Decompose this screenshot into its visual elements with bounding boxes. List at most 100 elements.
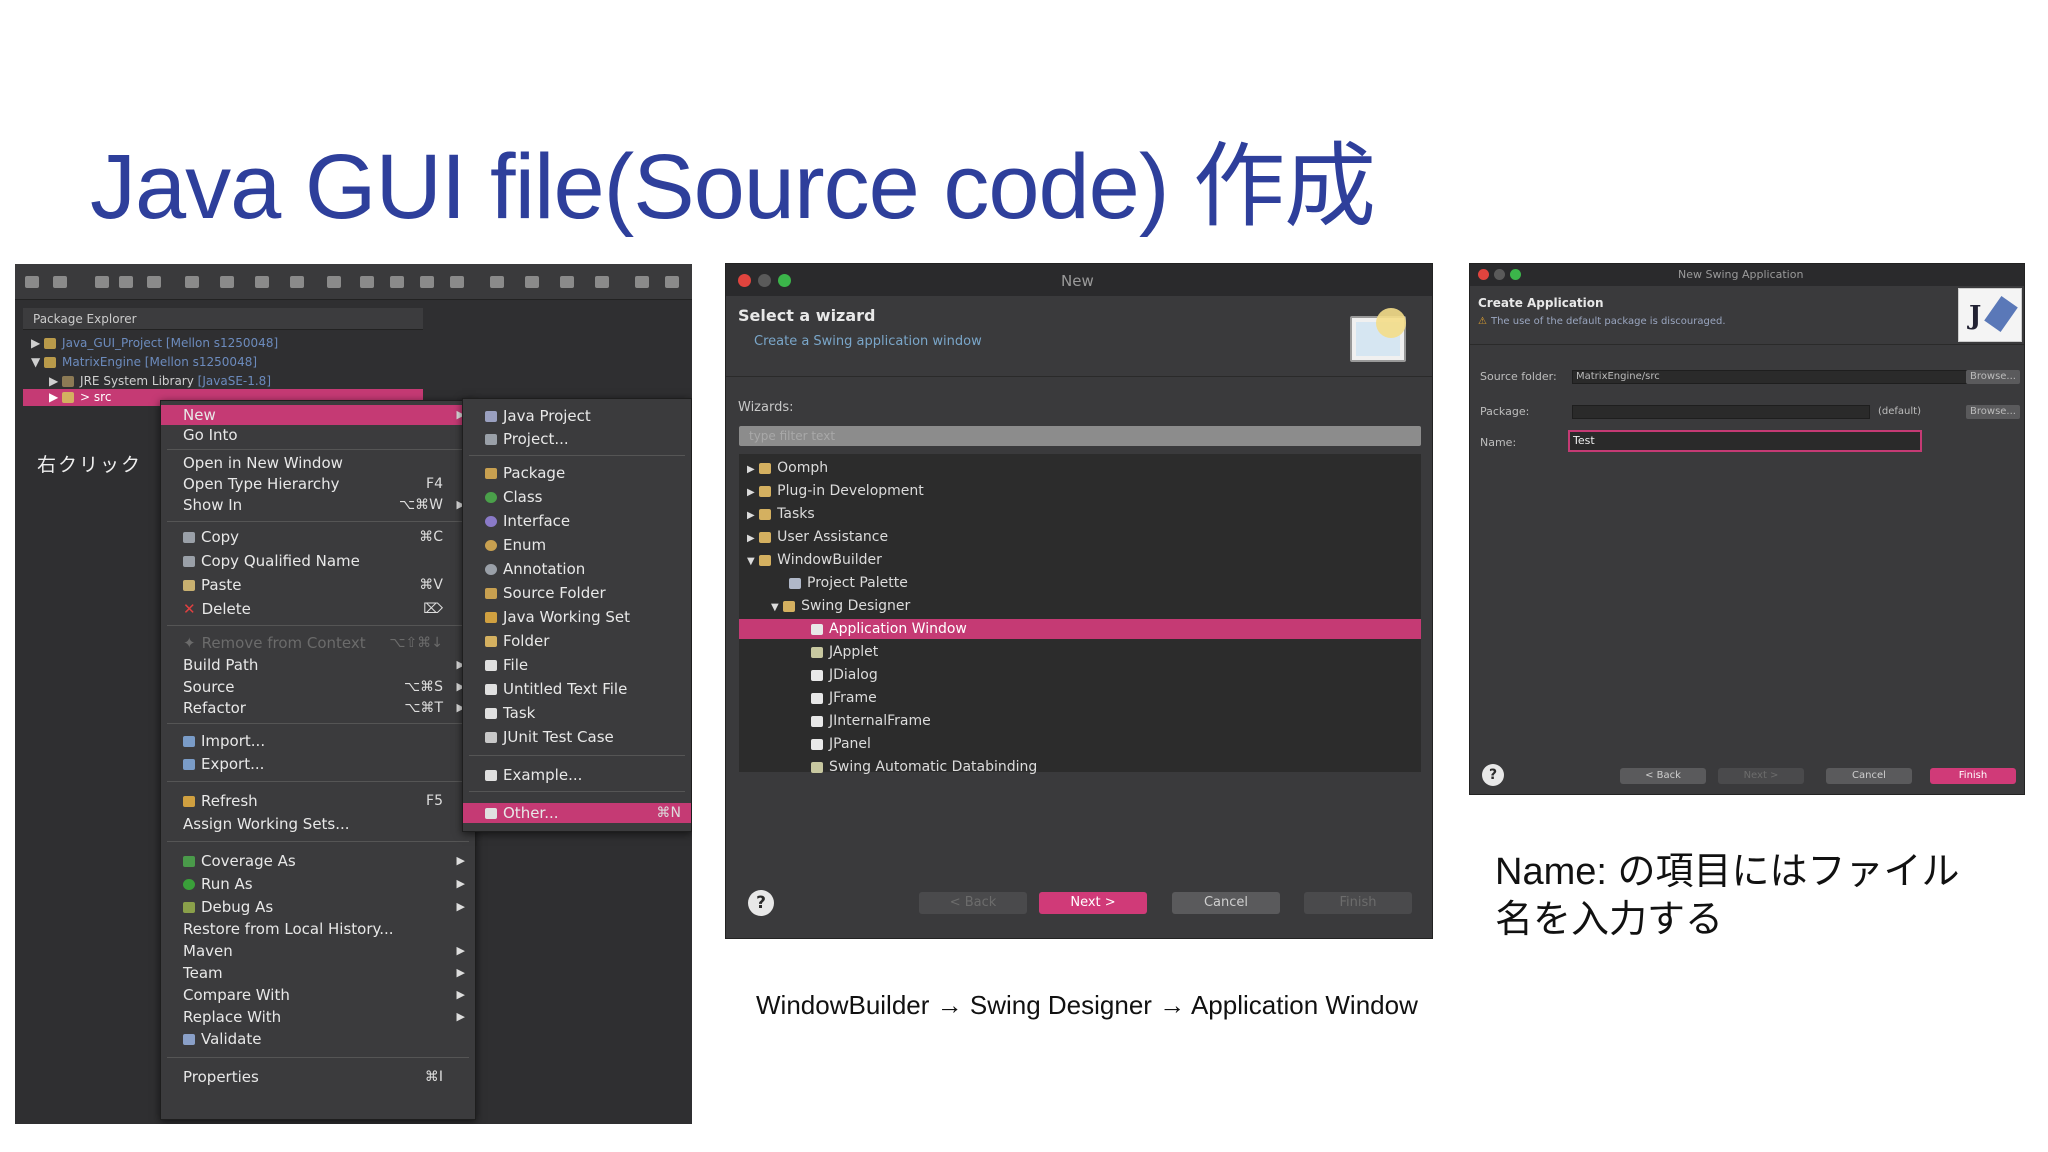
menu-item-refresh[interactable]: Refresh F5 <box>161 791 475 811</box>
menu-item-copy[interactable]: Copy ⌘C <box>161 527 475 547</box>
menu-item-export[interactable]: Export... <box>161 754 475 774</box>
menu-item-new[interactable]: New ▶ <box>161 405 475 425</box>
submenu-item-package[interactable]: Package <box>463 463 691 483</box>
menu-item-copy-qualified-name[interactable]: Copy Qualified Name <box>161 551 475 571</box>
toolbar-icon[interactable] <box>525 276 539 288</box>
menu-item-replace-with[interactable]: Replace With ▶ <box>161 1007 475 1027</box>
submenu-item-other[interactable]: Other... ⌘N <box>463 803 691 823</box>
menu-item-restore-local-history[interactable]: Restore from Local History... <box>161 919 475 939</box>
cancel-button[interactable]: Cancel <box>1172 892 1280 914</box>
submenu-item-task[interactable]: Task <box>463 703 691 723</box>
wizard-item-swing-designer[interactable]: ▼ Swing Designer <box>739 596 1421 616</box>
tree-item-jre[interactable]: ▶ JRE System Library [JavaSE-1.8] <box>49 374 271 388</box>
toolbar-icon[interactable] <box>220 276 234 288</box>
toolbar-icon[interactable] <box>290 276 304 288</box>
menu-item-open-type-hierarchy[interactable]: Open Type Hierarchy F4 <box>161 474 475 494</box>
wizard-item-windowbuilder[interactable]: ▼ WindowBuilder <box>739 550 1421 570</box>
wizard-item-jinternalframe[interactable]: JInternalFrame <box>739 711 1421 731</box>
tree-item-java-gui-project[interactable]: ▶ Java_GUI_Project [Mellon s1250048] <box>31 336 278 350</box>
menu-item-source[interactable]: Source ⌥⌘S ▶ <box>161 677 475 697</box>
package-field[interactable] <box>1572 405 1870 419</box>
wizard-item-application-window[interactable]: Application Window <box>739 619 1421 639</box>
tree-item-matrixengine[interactable]: ▼ MatrixEngine [Mellon s1250048] <box>31 355 257 369</box>
submenu-item-file[interactable]: File <box>463 655 691 675</box>
minimize-button[interactable] <box>1494 269 1505 280</box>
submenu-item-junit-test-case[interactable]: JUnit Test Case <box>463 727 691 747</box>
close-button[interactable] <box>1478 269 1489 280</box>
submenu-item-interface[interactable]: Interface <box>463 511 691 531</box>
toolbar-icon[interactable] <box>665 276 679 288</box>
toolbar-icon[interactable] <box>25 276 39 288</box>
wizard-item-jpanel[interactable]: JPanel <box>739 734 1421 754</box>
minimize-button[interactable] <box>758 274 771 287</box>
wizard-item-project-palette[interactable]: Project Palette <box>739 573 1421 593</box>
toolbar-icon[interactable] <box>490 276 504 288</box>
menu-item-paste[interactable]: Paste ⌘V <box>161 575 475 595</box>
wizard-item-jdialog[interactable]: JDialog <box>739 665 1421 685</box>
menu-item-validate[interactable]: Validate <box>161 1029 475 1049</box>
menu-item-maven[interactable]: Maven ▶ <box>161 941 475 961</box>
menu-item-compare-with[interactable]: Compare With ▶ <box>161 985 475 1005</box>
close-button[interactable] <box>738 274 751 287</box>
submenu-item-source-folder[interactable]: Source Folder <box>463 583 691 603</box>
tree-item-src[interactable]: ▶ > src <box>49 390 111 404</box>
toolbar-icon[interactable] <box>360 276 374 288</box>
finish-button[interactable]: Finish <box>1930 768 2016 784</box>
menu-item-import[interactable]: Import... <box>161 731 475 751</box>
finish-button[interactable]: Finish <box>1304 892 1412 914</box>
zoom-button[interactable] <box>1510 269 1521 280</box>
back-button[interactable]: < Back <box>1620 768 1706 784</box>
next-button[interactable]: Next > <box>1039 892 1147 914</box>
browse-source-button[interactable]: Browse... <box>1966 370 2020 384</box>
browse-package-button[interactable]: Browse... <box>1966 405 2020 419</box>
wizard-item-jframe[interactable]: JFrame <box>739 688 1421 708</box>
toolbar-icon[interactable] <box>595 276 609 288</box>
submenu-item-enum[interactable]: Enum <box>463 535 691 555</box>
wizard-item-swing-automatic-databinding[interactable]: Swing Automatic Databinding <box>739 757 1421 777</box>
toolbar-icon[interactable] <box>147 276 161 288</box>
toolbar-icon[interactable] <box>95 276 109 288</box>
cancel-button[interactable]: Cancel <box>1826 768 1912 784</box>
menu-item-run-as[interactable]: Run As ▶ <box>161 874 475 894</box>
toolbar-icon[interactable] <box>327 276 341 288</box>
back-button[interactable]: < Back <box>919 892 1027 914</box>
menu-item-delete[interactable]: ✕ Delete ⌦ <box>161 599 475 619</box>
help-button[interactable]: ? <box>1482 764 1504 786</box>
submenu-item-java-working-set[interactable]: Java Working Set <box>463 607 691 627</box>
menu-item-team[interactable]: Team ▶ <box>161 963 475 983</box>
next-button[interactable]: Next > <box>1718 768 1804 784</box>
menu-item-properties[interactable]: Properties ⌘I <box>161 1067 475 1087</box>
toolbar-icon[interactable] <box>53 276 67 288</box>
wizard-item-tasks[interactable]: ▶ Tasks <box>739 504 1421 524</box>
submenu-item-java-project[interactable]: Java Project <box>463 406 691 426</box>
wizard-item-plugin-development[interactable]: ▶ Plug-in Development <box>739 481 1421 501</box>
menu-item-refactor[interactable]: Refactor ⌥⌘T ▶ <box>161 698 475 718</box>
menu-item-open-new-window[interactable]: Open in New Window <box>161 453 475 473</box>
name-field[interactable]: Test <box>1568 430 1922 452</box>
menu-item-build-path[interactable]: Build Path ▶ <box>161 655 475 675</box>
menu-item-debug-as[interactable]: Debug As ▶ <box>161 897 475 917</box>
submenu-item-annotation[interactable]: Annotation <box>463 559 691 579</box>
submenu-item-project[interactable]: Project... <box>463 429 691 449</box>
toolbar-icon[interactable] <box>119 276 133 288</box>
wizard-item-oomph[interactable]: ▶ Oomph <box>739 458 1421 478</box>
toolbar-icon[interactable] <box>255 276 269 288</box>
toolbar-icon[interactable] <box>390 276 404 288</box>
toolbar-icon[interactable] <box>560 276 574 288</box>
wizard-item-user-assistance[interactable]: ▶ User Assistance <box>739 527 1421 547</box>
toolbar-icon[interactable] <box>635 276 649 288</box>
source-folder-field[interactable]: MatrixEngine/src <box>1572 370 1968 384</box>
package-explorer-tab[interactable]: Package Explorer <box>23 308 423 330</box>
menu-item-coverage-as[interactable]: Coverage As ▶ <box>161 851 475 871</box>
submenu-item-class[interactable]: Class <box>463 487 691 507</box>
menu-item-assign-working-sets[interactable]: Assign Working Sets... <box>161 814 475 834</box>
help-button[interactable]: ? <box>748 890 774 916</box>
wizard-filter-input[interactable]: type filter text <box>739 426 1421 446</box>
toolbar-icon[interactable] <box>420 276 434 288</box>
zoom-button[interactable] <box>778 274 791 287</box>
menu-item-go-into[interactable]: Go Into <box>161 425 475 445</box>
wizard-item-japplet[interactable]: JApplet <box>739 642 1421 662</box>
menu-item-show-in[interactable]: Show In ⌥⌘W ▶ <box>161 495 475 515</box>
toolbar-icon[interactable] <box>450 276 464 288</box>
submenu-item-folder[interactable]: Folder <box>463 631 691 651</box>
